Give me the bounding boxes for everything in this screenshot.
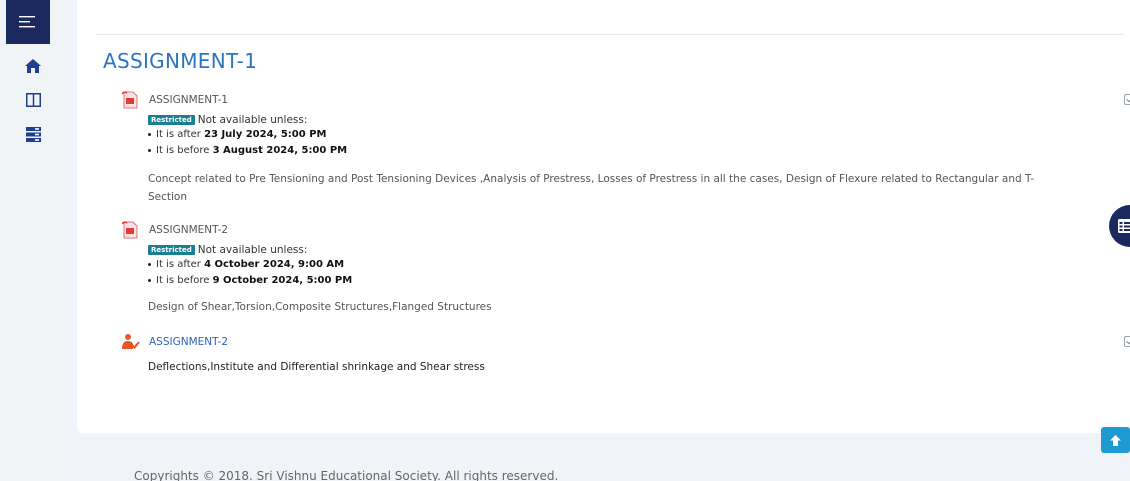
- restriction-text: Not available unless:: [197, 114, 308, 126]
- restriction-condition: It is before 9 October 2024, 5:00 PM: [148, 273, 1119, 289]
- sidebar-item-home[interactable]: [22, 56, 44, 76]
- restriction-condition: It is after 23 July 2024, 5:00 PM: [148, 127, 1119, 143]
- assignment-icon: [119, 332, 141, 352]
- activity-item: ASSIGNMENT-2 Restricted Not available unl…: [119, 220, 1130, 316]
- completion-checkbox[interactable]: [1124, 94, 1130, 105]
- restriction-info: Restricted Not available unless: It is af…: [148, 244, 1119, 289]
- columns-icon: [25, 93, 41, 107]
- activity-description: Design of Shear,Torsion,Composite Struct…: [148, 301, 492, 313]
- completion-checkbox[interactable]: [1124, 336, 1130, 347]
- restricted-badge: Restricted: [148, 245, 195, 255]
- activity-link[interactable]: ASSIGNMENT-2: [149, 336, 228, 348]
- home-icon: [25, 59, 41, 73]
- sidebar-toggle-button[interactable]: [6, 0, 50, 44]
- activity-item: ASSIGNMENT-2 Deflections,Institute and D…: [119, 332, 1130, 376]
- footer-copyright: Copyrights © 2018. Sri Vishnu Educationa…: [134, 469, 559, 481]
- activity-description: Concept related to Pre Tensioning and Po…: [148, 173, 1035, 203]
- restriction-condition: It is before 3 August 2024, 5:00 PM: [148, 143, 1119, 159]
- activity-link[interactable]: ASSIGNMENT-2: [149, 224, 228, 236]
- restricted-badge: Restricted: [148, 115, 195, 125]
- main-content: ASSIGNMENT-1 ASSIGNMENT-1 Restricted Not …: [63, 0, 1130, 481]
- activity-item: ASSIGNMENT-1 Restricted Not available unl…: [119, 90, 1130, 206]
- sidebar-item-columns[interactable]: [22, 90, 44, 110]
- scroll-to-top-button[interactable]: [1101, 427, 1130, 453]
- list-icon: [25, 126, 41, 142]
- restriction-text: Not available unless:: [197, 244, 308, 256]
- sidebar: [0, 0, 63, 481]
- sidebar-item-list[interactable]: [22, 124, 44, 144]
- section-divider: [95, 34, 1124, 35]
- hamburger-menu-icon: [19, 16, 35, 28]
- course-section-card: ASSIGNMENT-1 ASSIGNMENT-1 Restricted Not …: [77, 10, 1130, 433]
- activity-description: Deflections,Institute and Differential s…: [148, 361, 485, 373]
- section-title: ASSIGNMENT-1: [103, 49, 258, 73]
- arrow-up-icon: [1110, 434, 1121, 446]
- restriction-info: Restricted Not available unless: It is af…: [148, 114, 1119, 159]
- activity-link[interactable]: ASSIGNMENT-1: [149, 94, 228, 106]
- restriction-condition: It is after 4 October 2024, 9:00 AM: [148, 257, 1119, 273]
- pdf-file-icon: [119, 220, 141, 240]
- restriction-conditions: It is after 4 October 2024, 9:00 AM It i…: [148, 257, 1119, 289]
- table-list-icon: [1118, 219, 1130, 233]
- pdf-file-icon: [119, 90, 141, 110]
- top-strip: [77, 0, 1130, 10]
- restriction-conditions: It is after 23 July 2024, 5:00 PM It is …: [148, 127, 1119, 159]
